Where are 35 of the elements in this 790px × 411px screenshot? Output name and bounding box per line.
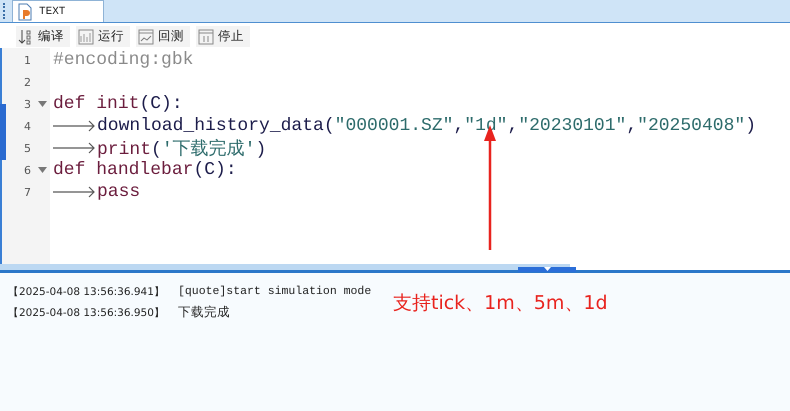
code-line: def init(C): xyxy=(53,94,183,114)
fold-icon[interactable] xyxy=(38,167,47,173)
toolbar-button[interactable]: 停止 xyxy=(196,26,250,47)
code-line: def handlebar(C): xyxy=(53,160,237,180)
code-line: pass xyxy=(97,182,140,202)
fold-icon[interactable] xyxy=(38,101,47,107)
line-number: 1 xyxy=(24,54,32,66)
tab-arrow-icon xyxy=(53,142,96,154)
tab-arrow-icon xyxy=(53,186,96,198)
stop-icon xyxy=(198,28,214,44)
toolbar-button[interactable]: 回测 xyxy=(136,26,190,47)
toolbar-button[interactable]: 编译 xyxy=(16,26,70,47)
line-number: 6 xyxy=(24,164,32,176)
code-line: print('下载完成') xyxy=(97,138,266,160)
line-number: 5 xyxy=(24,142,32,154)
code-line: download_history_data("000001.SZ","1d","20230101","20250408") xyxy=(97,116,756,136)
file-tab[interactable]: TEXT xyxy=(12,0,104,22)
toolbar-button[interactable]: 运行 xyxy=(76,26,130,47)
chart-icon xyxy=(78,28,94,44)
log-message: 下载完成 xyxy=(178,304,230,321)
line-chart-icon xyxy=(138,28,154,44)
code-line: #encoding:gbk xyxy=(53,50,194,70)
line-number: 4 xyxy=(24,120,32,132)
annotation-text: 支持tick、1m、5m、1d xyxy=(393,291,608,316)
line-number: 7 xyxy=(24,186,32,198)
tab-arrow-icon xyxy=(53,120,96,132)
scrollbar[interactable] xyxy=(0,264,570,270)
document-icon xyxy=(17,2,33,20)
splitter-handle[interactable] xyxy=(518,267,576,272)
line-number: 3 xyxy=(24,98,32,110)
panel-handle[interactable] xyxy=(0,104,6,160)
log-timestamp: 【2025-04-08 13:56:36.950】 xyxy=(8,306,160,320)
log-timestamp: 【2025-04-08 13:56:36.941】 xyxy=(8,284,160,298)
line-number: 2 xyxy=(24,76,32,88)
log-message: [quote]start simulation mode xyxy=(178,285,372,298)
